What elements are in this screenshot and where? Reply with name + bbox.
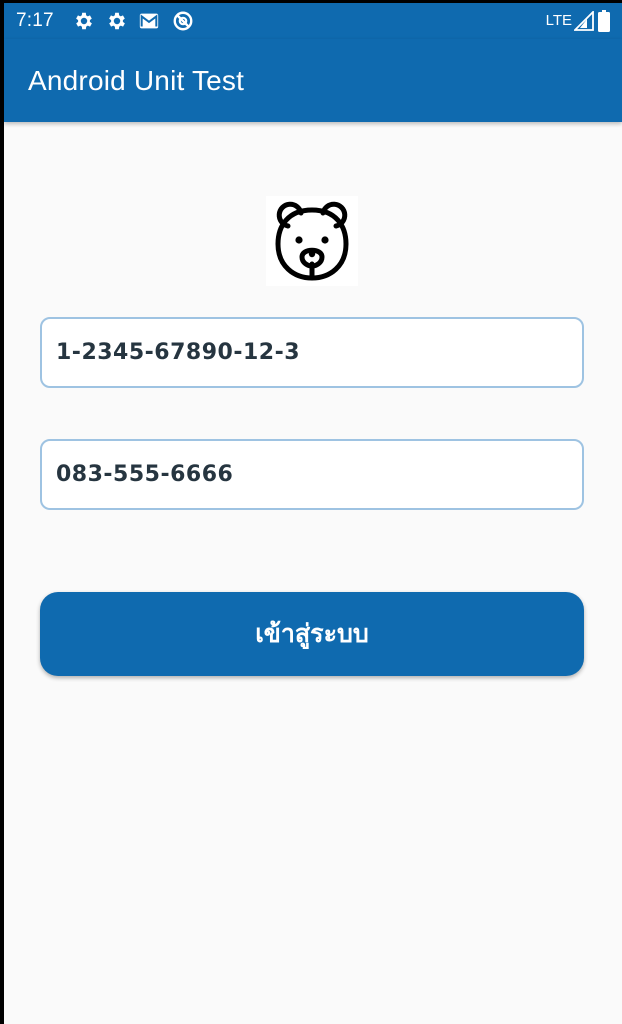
phone-field[interactable] <box>40 439 584 510</box>
signal-icon <box>574 11 594 31</box>
status-right: LTE <box>520 10 610 32</box>
id-card-input[interactable] <box>56 340 568 365</box>
network-type: LTE <box>545 12 572 29</box>
login-button[interactable]: เข้าสู่ระบบ <box>40 592 584 676</box>
battery-icon <box>598 10 610 32</box>
screen: 7:17 LTE Android Unit Test 1-2345-67890-… <box>4 3 622 1024</box>
logo <box>266 196 358 286</box>
status-time: 7:17 <box>16 10 54 31</box>
app-title: Android Unit Test <box>28 65 245 96</box>
id-card-field[interactable] <box>40 317 584 388</box>
phone-input[interactable] <box>56 462 568 487</box>
status-bar: 7:17 LTE <box>4 3 622 39</box>
gmail-icon <box>139 13 159 29</box>
no-disturb-icon <box>173 11 193 31</box>
gear-icon <box>76 12 92 30</box>
gear-icon <box>109 12 125 30</box>
app-bar: Android Unit Test <box>4 39 622 122</box>
bear-icon <box>275 201 349 281</box>
